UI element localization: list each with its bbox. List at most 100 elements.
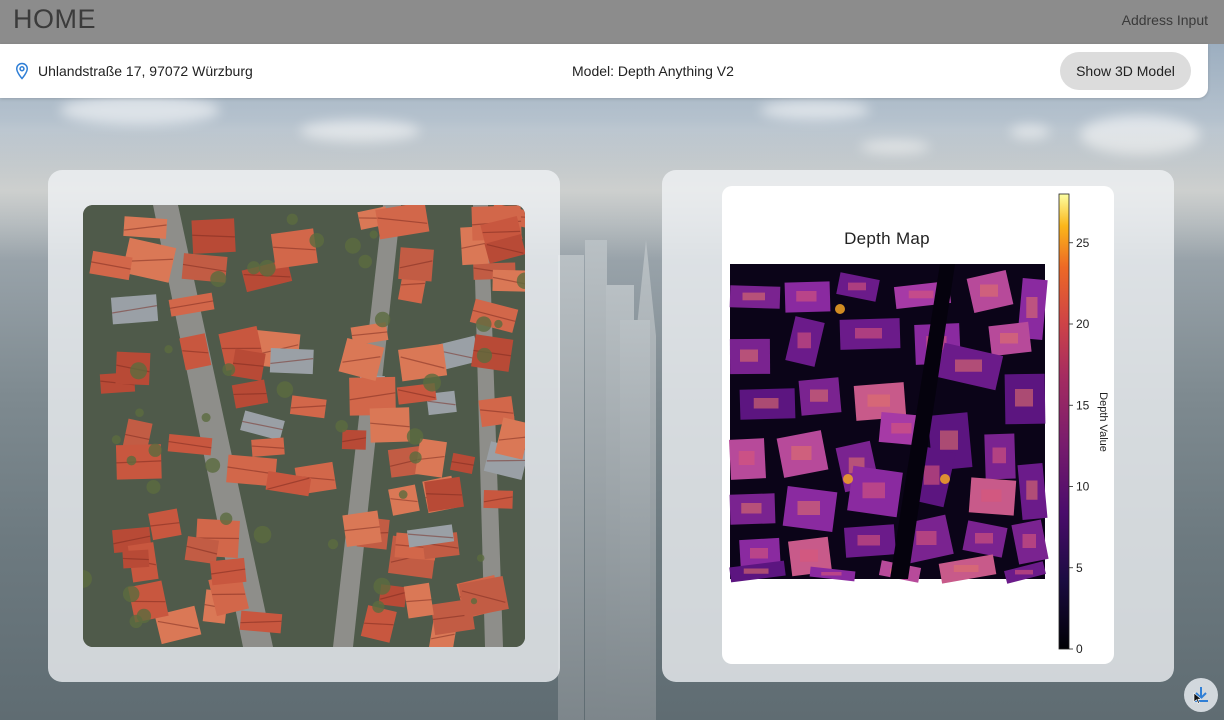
- aerial-tree: [406, 428, 424, 445]
- depth-highlight: [848, 282, 866, 291]
- depth-highlight: [891, 423, 912, 434]
- depth-hotspot: [835, 304, 845, 314]
- aerial-tree: [398, 490, 408, 499]
- depth-highlight: [855, 328, 882, 339]
- aerial-tree: [286, 213, 298, 225]
- depth-chart: 0 5 10 15 20 25 Depth Value: [729, 193, 1109, 656]
- depth-highlight: [742, 292, 765, 301]
- depth-highlight: [857, 535, 880, 546]
- depth-map-card: Depth Map 0 5 10 15 20 25 Depth Value: [722, 186, 1114, 664]
- aerial-tree: [475, 316, 492, 332]
- aerial-tree: [344, 237, 361, 254]
- aerial-tree: [201, 413, 211, 423]
- colorbar-tick-label: 0: [1076, 642, 1083, 656]
- depth-panel: Depth Map 0 5 10 15 20 25 Depth Value: [662, 170, 1174, 682]
- depth-highlight: [908, 290, 934, 299]
- aerial-tree: [476, 554, 485, 562]
- colorbar-tick-label: 20: [1076, 317, 1090, 331]
- aerial-tree: [258, 259, 276, 277]
- aerial-tree: [476, 347, 493, 364]
- aerial-tree: [423, 373, 442, 392]
- satellite-panel: [48, 170, 560, 682]
- depth-highlight: [743, 568, 769, 574]
- aerial-tree: [253, 525, 272, 544]
- aerial-tree: [327, 538, 339, 550]
- depth-highlight: [738, 451, 755, 465]
- address-text: Uhlandstraße 17, 97072 Würzburg: [38, 63, 253, 79]
- aerial-tree: [146, 479, 161, 494]
- aerial-tree: [164, 345, 173, 354]
- depth-highlight: [1015, 569, 1033, 575]
- depth-highlight: [821, 572, 842, 576]
- aerial-tree: [358, 254, 373, 269]
- aerial-tree: [494, 319, 503, 329]
- depth-highlight: [800, 549, 818, 562]
- aerial-tree: [126, 455, 137, 466]
- colorbar: [1058, 193, 1070, 650]
- home-title[interactable]: HOME: [13, 4, 96, 35]
- aerial-tree: [135, 408, 144, 418]
- depth-highlight: [1026, 297, 1038, 318]
- colorbar-tick-label: 25: [1076, 236, 1090, 250]
- depth-highlight: [1026, 480, 1038, 500]
- aerial-tree: [210, 270, 227, 287]
- depth-highlight: [955, 359, 982, 372]
- aerial-tree: [335, 419, 348, 433]
- aerial-tree: [369, 230, 378, 239]
- aerial-tree: [409, 451, 422, 464]
- download-button[interactable]: [1184, 678, 1218, 712]
- aerial-tree: [373, 577, 391, 595]
- depth-highlight: [981, 489, 1002, 502]
- aerial-tree: [205, 457, 221, 473]
- map-pin-icon: [15, 62, 29, 80]
- address-input-link[interactable]: Address Input: [1122, 12, 1208, 28]
- download-cursor-icon: [1193, 687, 1208, 704]
- depth-highlight: [750, 548, 768, 559]
- aerial-tree: [122, 585, 140, 603]
- depth-highlight: [741, 503, 762, 514]
- depth-highlight: [797, 501, 820, 515]
- depth-highlight: [1015, 389, 1033, 407]
- depth-hotspot: [843, 474, 853, 484]
- depth-highlight: [862, 482, 885, 499]
- aerial-tree: [374, 311, 391, 328]
- aerial-rooftops-image: [83, 205, 525, 647]
- depth-highlight: [953, 565, 979, 572]
- depth-heatmap: [729, 264, 1049, 584]
- colorbar-tick-label: 15: [1076, 398, 1090, 412]
- aerial-tree: [247, 261, 261, 275]
- colorbar-label: Depth Value: [1097, 392, 1109, 452]
- depth-highlight: [753, 398, 779, 409]
- depth-highlight: [1000, 333, 1018, 344]
- colorbar-tick-label: 5: [1076, 561, 1083, 575]
- aerial-tree: [470, 598, 478, 605]
- depth-highlight: [975, 533, 993, 544]
- depth-highlight: [916, 531, 937, 545]
- aerial-tree: [136, 608, 152, 624]
- aerial-tree: [111, 435, 121, 445]
- depth-highlight: [791, 446, 812, 460]
- show-3d-model-button[interactable]: Show 3D Model: [1060, 52, 1191, 90]
- colorbar-ticks: 0 5 10 15 20 25: [1069, 236, 1090, 656]
- depth-highlight: [980, 284, 998, 297]
- aerial-tree: [130, 362, 148, 380]
- depth-highlight: [992, 447, 1006, 464]
- info-bar: Uhlandstraße 17, 97072 Würzburg Model: D…: [0, 44, 1208, 98]
- aerial-tree: [222, 363, 236, 376]
- depth-hotspot: [940, 474, 950, 484]
- depth-highlight: [923, 465, 940, 485]
- depth-highlight: [796, 291, 817, 302]
- top-bar: HOME Address Input: [0, 0, 1224, 44]
- colorbar-tick-label: 10: [1076, 480, 1090, 494]
- depth-highlight: [740, 349, 758, 362]
- aerial-tree: [219, 512, 233, 525]
- depth-highlight: [940, 430, 958, 450]
- depth-highlight: [867, 394, 890, 407]
- model-label: Model: Depth Anything V2: [572, 63, 734, 79]
- aerial-tree: [309, 233, 325, 248]
- satellite-image: [83, 205, 525, 647]
- aerial-tree: [148, 443, 162, 457]
- aerial-tree: [276, 381, 294, 398]
- aerial-tree: [372, 600, 385, 613]
- depth-highlight: [810, 389, 828, 402]
